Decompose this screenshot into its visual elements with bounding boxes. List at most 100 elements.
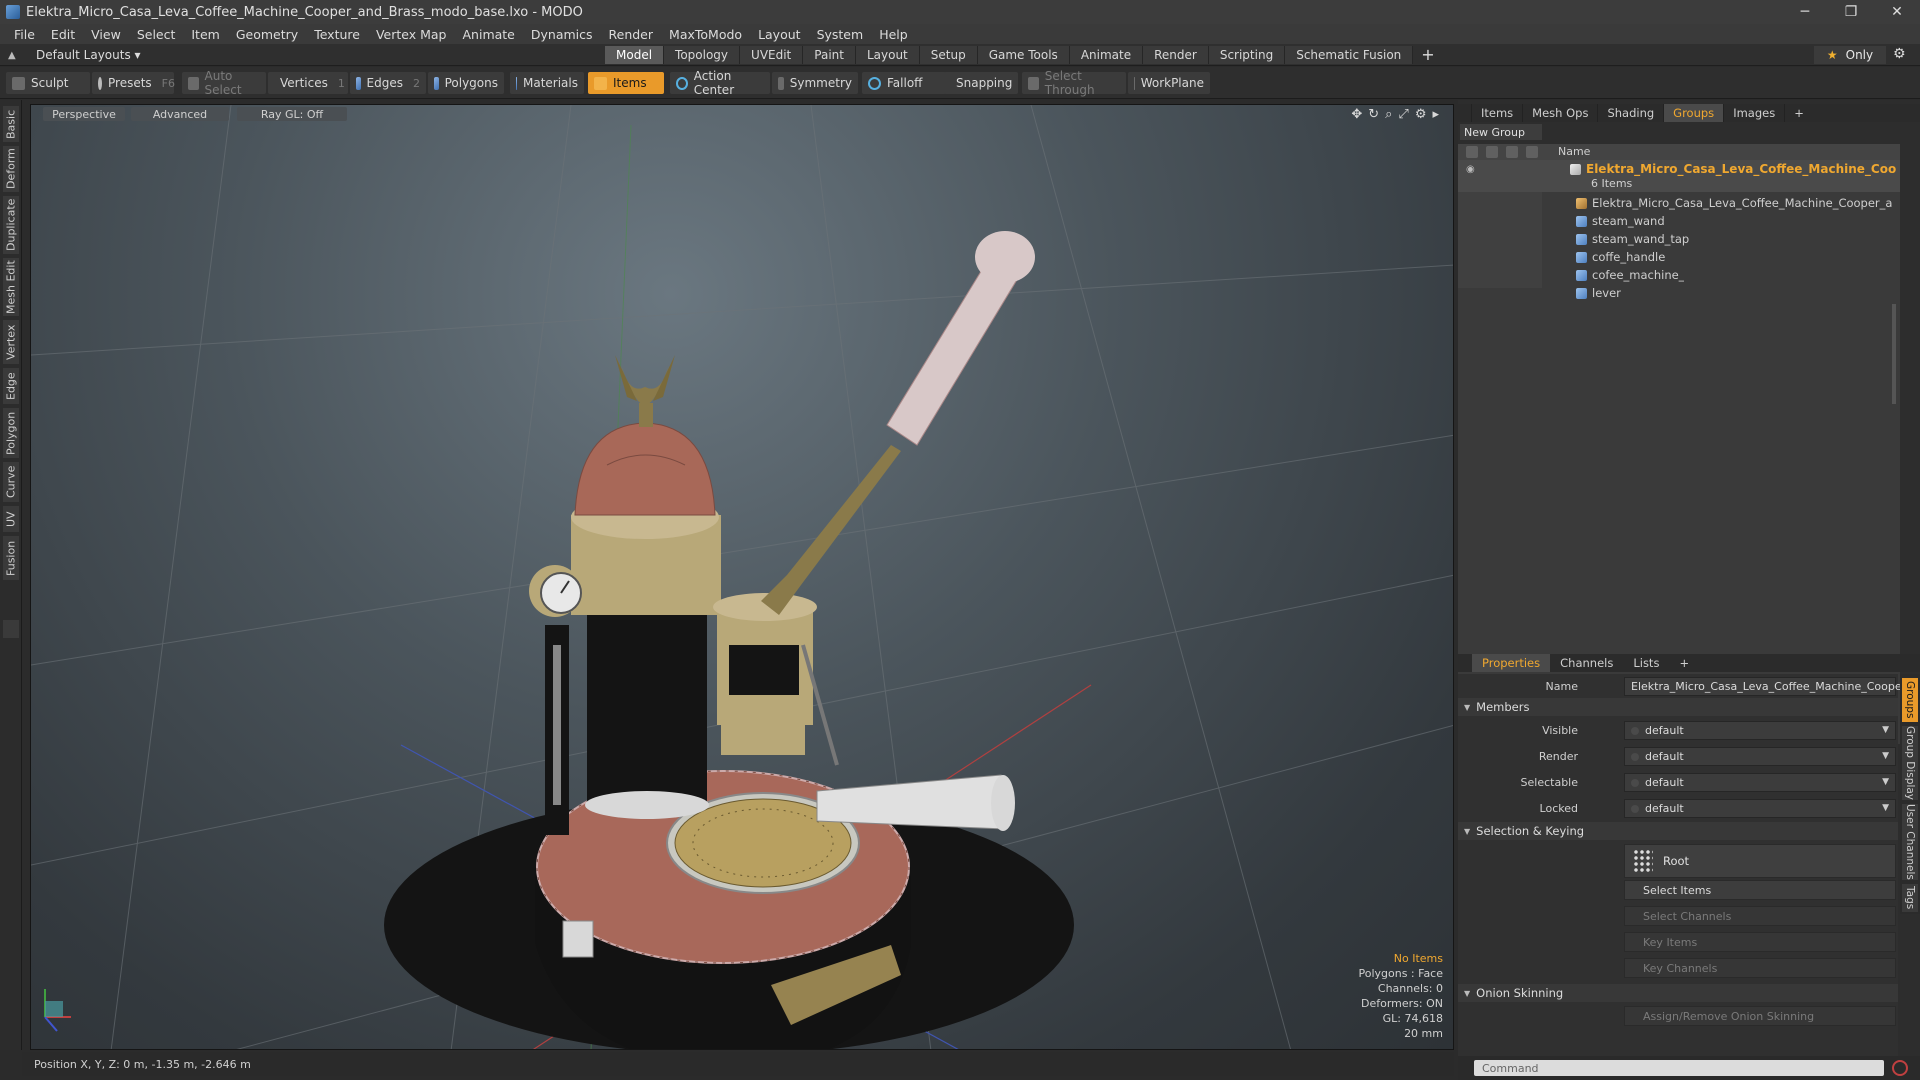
side-tab-tags[interactable]: Tags [1902,884,1918,912]
render-dropdown[interactable]: default ▼ [1624,747,1896,766]
selectable-dropdown[interactable]: default ▼ [1624,773,1896,792]
raygl-chip[interactable]: Ray GL: Off [237,107,347,121]
only-toggle[interactable]: ★ Only [1814,46,1886,64]
viewport-expand-icon[interactable]: ▸ [1432,107,1439,122]
key-items-button[interactable]: Key Items [1624,932,1896,952]
presets-button[interactable]: Presets F6 [92,72,175,94]
falloff-button[interactable]: Falloff [862,72,946,94]
minimize-button[interactable]: ─ [1782,0,1828,24]
tab-properties[interactable]: Properties [1472,654,1551,672]
tab-groups[interactable]: Groups [1664,104,1725,122]
menu-view[interactable]: View [83,27,129,42]
collapse-up-icon[interactable]: ▲ [8,50,22,61]
maximize-button[interactable]: ❐ [1828,0,1874,24]
root-button[interactable]: Root [1624,844,1896,878]
menu-geometry[interactable]: Geometry [228,27,306,42]
close-button[interactable]: ✕ [1874,0,1920,24]
tree-item-row[interactable]: lever [1458,284,1900,302]
layout-selector[interactable]: ▲ Default Layouts ▾ [8,47,141,63]
polygons-button[interactable]: Polygons [428,72,504,94]
add-tab-button[interactable]: + [1413,46,1442,64]
select-col-icon[interactable] [1506,146,1518,158]
name-column-header[interactable]: Name [1558,145,1590,158]
vtab-expand-icon[interactable] [3,620,19,638]
vtab-uv[interactable]: UV [3,506,19,532]
menu-maxtomodo[interactable]: MaxToModo [661,27,750,42]
tab-render[interactable]: Render [1143,46,1209,64]
menu-edit[interactable]: Edit [43,27,83,42]
render-col-icon[interactable] [1486,146,1498,158]
tab-schematic-fusion[interactable]: Schematic Fusion [1285,46,1414,64]
vtab-fusion[interactable]: Fusion [3,536,19,580]
tree-item-row[interactable]: Elektra_Micro_Casa_Leva_Coffee_Machine_C… [1458,194,1900,212]
snapping-button[interactable]: Snapping [944,72,1018,94]
symmetry-button[interactable]: Symmetry [772,72,858,94]
onion-skinning-section[interactable]: ▼ Onion Skinning [1458,984,1898,1002]
menu-vertex-map[interactable]: Vertex Map [368,27,455,42]
menu-help[interactable]: Help [871,27,916,42]
tree-item-row[interactable]: cofee_machine_ [1458,266,1900,284]
menu-layout[interactable]: Layout [750,27,809,42]
key-channels-button[interactable]: Key Channels [1624,958,1896,978]
menu-item[interactable]: Item [183,27,227,42]
vtab-deform[interactable]: Deform [3,146,19,192]
vtab-polygon[interactable]: Polygon [3,408,19,458]
panel-grip-icon[interactable] [1458,104,1472,122]
locked-dropdown[interactable]: default ▼ [1624,799,1896,818]
command-input[interactable]: Command [1474,1060,1884,1076]
materials-button[interactable]: Materials [510,72,584,94]
tab-scripting[interactable]: Scripting [1208,46,1286,64]
scene-render[interactable] [31,105,1454,1050]
side-tab-group-display[interactable]: Group Display [1902,726,1918,800]
rotate-icon[interactable]: ↻ [1368,107,1379,122]
items-button[interactable]: Items [588,72,664,94]
name-field[interactable]: Elektra_Micro_Casa_Leva_Coffee_Machine_C… [1624,677,1912,696]
vertices-button[interactable]: Vertices 1 [268,72,348,94]
command-history-icon[interactable] [1892,1060,1908,1076]
tree-item-row[interactable]: steam_wand [1458,212,1900,230]
group-row[interactable]: ◉ Elektra_Micro_Casa_Leva_Coffee_Machine… [1458,160,1900,192]
selection-keying-section[interactable]: ▼ Selection & Keying [1458,822,1898,840]
select-channels-button[interactable]: Select Channels [1624,906,1896,926]
pan-icon[interactable]: ✥ [1351,107,1362,122]
workplane-button[interactable]: WorkPlane [1128,72,1210,94]
shading-mode-chip[interactable]: Advanced [131,107,229,121]
menu-system[interactable]: System [809,27,872,42]
assign-onion-skinning-button[interactable]: Assign/Remove Onion Skinning [1624,1006,1896,1026]
tab-animate[interactable]: Animate [1069,46,1144,64]
visibility-col-icon[interactable] [1466,146,1478,158]
edges-button[interactable]: Edges 2 [350,72,426,94]
tab-setup[interactable]: Setup [919,46,978,64]
viewport-settings-icon[interactable]: ⚙ [1415,107,1427,122]
tab-images[interactable]: Images [1724,104,1786,122]
select-items-button[interactable]: Select Items [1624,880,1896,900]
zoom-icon[interactable]: ⌕ [1385,107,1392,122]
side-tab-groups[interactable]: Groups [1902,678,1918,722]
tab-channels[interactable]: Channels [1550,654,1623,672]
menu-file[interactable]: File [6,27,43,42]
vtab-mesh-edit[interactable]: Mesh Edit [3,258,19,316]
visible-dropdown[interactable]: default ▼ [1624,721,1896,740]
vtab-curve[interactable]: Curve [3,462,19,502]
add-properties-tab-button[interactable]: + [1669,654,1699,672]
menu-render[interactable]: Render [601,27,662,42]
view-mode-chip[interactable]: Perspective [43,107,125,121]
menu-animate[interactable]: Animate [455,27,523,42]
fit-icon[interactable]: ⤢ [1398,107,1408,122]
tab-layout[interactable]: Layout [855,46,920,64]
tab-model[interactable]: Model [605,46,665,64]
tree-item-row[interactable]: coffe_handle [1458,248,1900,266]
action-center-button[interactable]: Action Center [670,69,770,97]
lock-col-icon[interactable] [1526,146,1538,158]
members-section[interactable]: ▼ Members [1458,698,1898,716]
vtab-vertex[interactable]: Vertex [3,320,19,364]
tab-shading[interactable]: Shading [1598,104,1665,122]
properties-grip-icon[interactable] [1458,654,1472,672]
auto-select-button[interactable]: Auto Select [182,69,266,97]
vtab-edge[interactable]: Edge [3,368,19,404]
eye-icon[interactable]: ◉ [1466,164,1475,175]
menu-texture[interactable]: Texture [306,27,368,42]
select-through-button[interactable]: Select Through [1022,69,1126,97]
tab-uvedit[interactable]: UVEdit [740,46,804,64]
tab-paint[interactable]: Paint [803,46,856,64]
